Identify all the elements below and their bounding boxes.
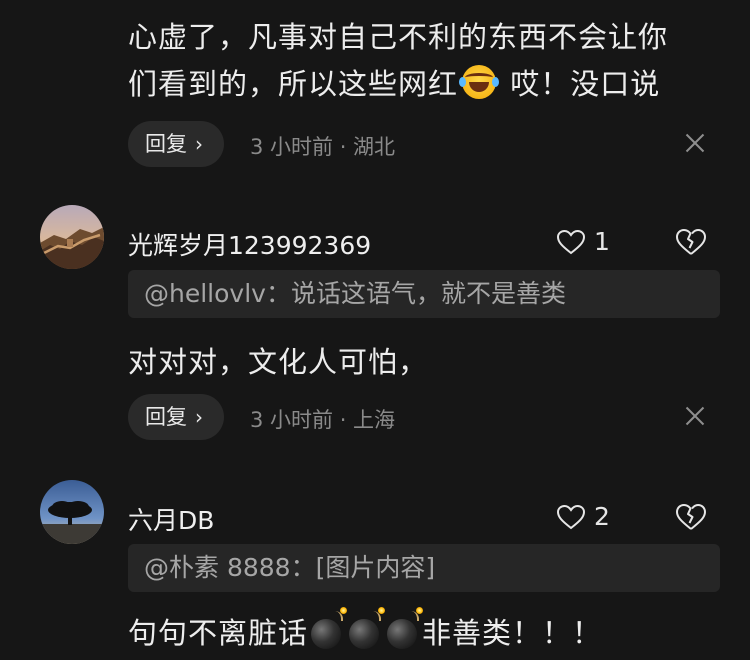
broken-heart-icon xyxy=(676,504,706,530)
chevron-right-icon: › xyxy=(195,132,203,156)
bomb-icon xyxy=(387,607,424,649)
comment-text-segment: 句句不离脏话 xyxy=(128,616,309,650)
quoted-reply: @hellovlv：说话这语气，就不是善类 xyxy=(128,270,720,318)
comment-meta: 3 小时前 · 湖北 xyxy=(250,135,396,159)
laughing-crying-face-icon xyxy=(459,65,500,99)
broken-heart-icon xyxy=(676,229,706,255)
heart-icon xyxy=(556,504,586,530)
comment-text-line: 们看到的，所以这些网红 哎！没口说 xyxy=(128,61,660,103)
dislike-button[interactable] xyxy=(675,228,707,258)
close-icon[interactable] xyxy=(684,405,706,427)
dislike-button[interactable] xyxy=(675,503,707,533)
avatar[interactable] xyxy=(40,205,104,269)
username[interactable]: 光辉岁月123992369 xyxy=(128,226,371,262)
like-button[interactable]: 2 xyxy=(556,502,610,532)
reply-button[interactable]: 回复 › xyxy=(128,121,224,167)
avatar[interactable] xyxy=(40,480,104,544)
username[interactable]: 六月DB xyxy=(128,501,214,537)
close-icon[interactable] xyxy=(684,132,706,154)
like-count: 1 xyxy=(594,227,610,256)
comment-text-segment: 非善类！！！ xyxy=(422,616,603,650)
chevron-right-icon: › xyxy=(195,405,203,429)
comment-text-line: 心虚了，凡事对自己不利的东西不会让你 xyxy=(128,20,669,54)
reply-label: 回复 xyxy=(145,132,187,156)
heart-icon xyxy=(556,229,586,255)
avatar-great-wall-image xyxy=(40,205,104,269)
comment-text-line: 句句不离脏话 非善类！！！ xyxy=(128,607,603,652)
reply-label: 回复 xyxy=(145,405,187,429)
quoted-reply: @朴素 8888：[图片内容] xyxy=(128,544,720,592)
like-button[interactable]: 1 xyxy=(556,227,610,257)
bomb-icon xyxy=(311,607,348,649)
comment-meta: 3 小时前 · 上海 xyxy=(250,408,396,432)
reply-button[interactable]: 回复 › xyxy=(128,394,224,440)
comment-text: 对对对，文化人可怕， xyxy=(128,345,429,379)
comment-text-segment: 们看到的，所以这些网红 xyxy=(128,67,459,101)
comment-text-segment: 哎！没口说 xyxy=(500,67,661,101)
like-count: 2 xyxy=(594,502,610,531)
avatar-tree-image xyxy=(40,480,104,544)
bomb-icon xyxy=(349,607,386,649)
